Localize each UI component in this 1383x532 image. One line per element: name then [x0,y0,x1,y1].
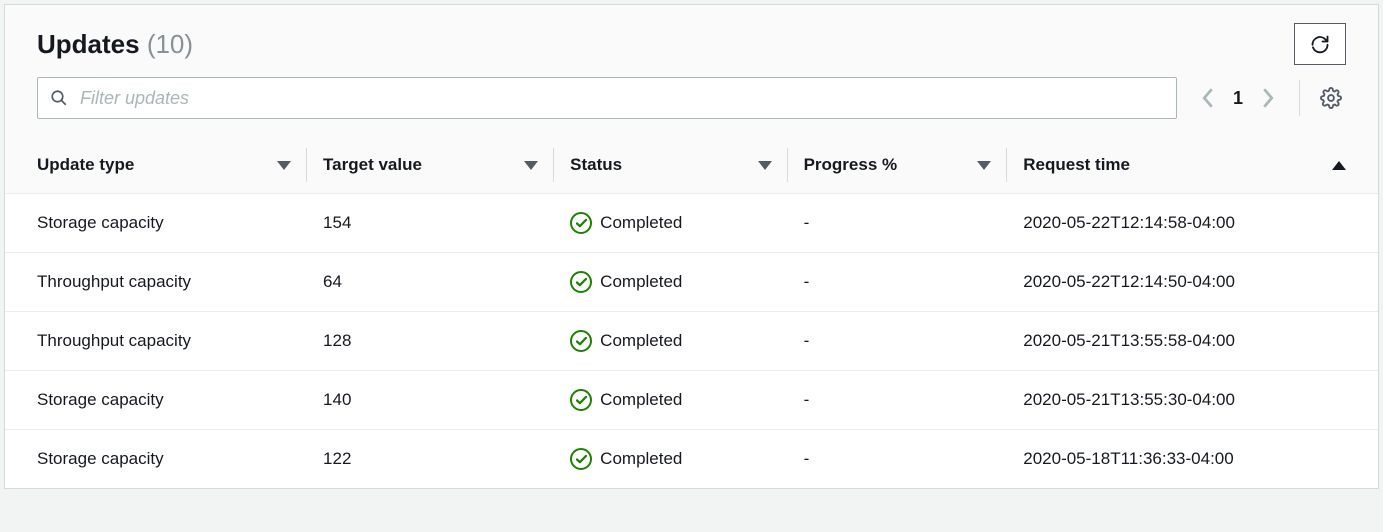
cell-request-time: 2020-05-21T13:55:30-04:00 [1007,371,1378,430]
cell-target-value: 64 [307,253,554,312]
cell-progress: - [788,194,1008,253]
refresh-icon [1310,34,1330,54]
filter-input[interactable] [78,87,1164,110]
separator [1299,80,1300,116]
cell-update-type: Storage capacity [5,371,307,430]
cell-progress: - [788,253,1008,312]
cell-request-time: 2020-05-18T11:36:33-04:00 [1007,430,1378,489]
pagination: 1 [1193,88,1283,109]
panel-header: Updates (10) [5,5,1378,65]
filter-container[interactable] [37,77,1177,119]
cell-progress: - [788,371,1008,430]
cell-status: Completed [554,194,787,253]
table-row: Throughput capacity128 Completed -2020-05-… [5,312,1378,371]
sort-asc-icon [1332,161,1346,170]
updates-panel: Updates (10) 1 [4,4,1379,489]
status-text: Completed [600,390,682,410]
cell-status: Completed [554,253,787,312]
toolbar: 1 [5,65,1378,137]
cell-status: Completed [554,371,787,430]
col-label: Request time [1023,155,1130,175]
status-success-icon [570,389,592,411]
table-header-row: Update type Target value Status [5,137,1378,194]
next-page-button[interactable] [1261,88,1275,108]
cell-request-time: 2020-05-21T13:55:58-04:00 [1007,312,1378,371]
col-update-type[interactable]: Update type [5,137,307,194]
table-row: Storage capacity122 Completed -2020-05-18T… [5,430,1378,489]
sort-desc-icon [277,161,291,170]
table-row: Storage capacity140 Completed -2020-05-21T… [5,371,1378,430]
status-text: Completed [600,449,682,469]
table-row: Throughput capacity64 Completed -2020-05-2… [5,253,1378,312]
status-success-icon [570,330,592,352]
gear-icon [1320,87,1342,109]
cell-target-value: 122 [307,430,554,489]
cell-update-type: Storage capacity [5,194,307,253]
cell-progress: - [788,430,1008,489]
settings-button[interactable] [1316,87,1346,109]
search-icon [50,89,68,107]
status-success-icon [570,271,592,293]
chevron-right-icon [1261,88,1275,108]
col-progress[interactable]: Progress % [788,137,1008,194]
sort-desc-icon [977,161,991,170]
cell-update-type: Throughput capacity [5,312,307,371]
status-text: Completed [600,213,682,233]
status-text: Completed [600,272,682,292]
status-success-icon [570,448,592,470]
col-label: Status [570,155,622,175]
col-label: Update type [37,155,134,175]
page-title: Updates (10) [37,29,1294,60]
updates-table: Update type Target value Status [5,137,1378,488]
chevron-left-icon [1201,88,1215,108]
col-status[interactable]: Status [554,137,787,194]
title-text: Updates [37,29,140,59]
cell-request-time: 2020-05-22T12:14:50-04:00 [1007,253,1378,312]
prev-page-button[interactable] [1201,88,1215,108]
table-row: Storage capacity154 Completed -2020-05-22T… [5,194,1378,253]
status-success-icon [570,212,592,234]
status-text: Completed [600,331,682,351]
cell-target-value: 128 [307,312,554,371]
page-number: 1 [1233,88,1243,109]
col-target-value[interactable]: Target value [307,137,554,194]
cell-target-value: 154 [307,194,554,253]
sort-desc-icon [758,161,772,170]
col-request-time[interactable]: Request time [1007,137,1378,194]
cell-status: Completed [554,430,787,489]
col-label: Target value [323,155,422,175]
cell-update-type: Throughput capacity [5,253,307,312]
cell-update-type: Storage capacity [5,430,307,489]
cell-target-value: 140 [307,371,554,430]
col-label: Progress % [804,155,898,175]
cell-request-time: 2020-05-22T12:14:58-04:00 [1007,194,1378,253]
refresh-button[interactable] [1294,23,1346,65]
sort-desc-icon [524,161,538,170]
cell-progress: - [788,312,1008,371]
title-count: (10) [147,29,193,59]
cell-status: Completed [554,312,787,371]
